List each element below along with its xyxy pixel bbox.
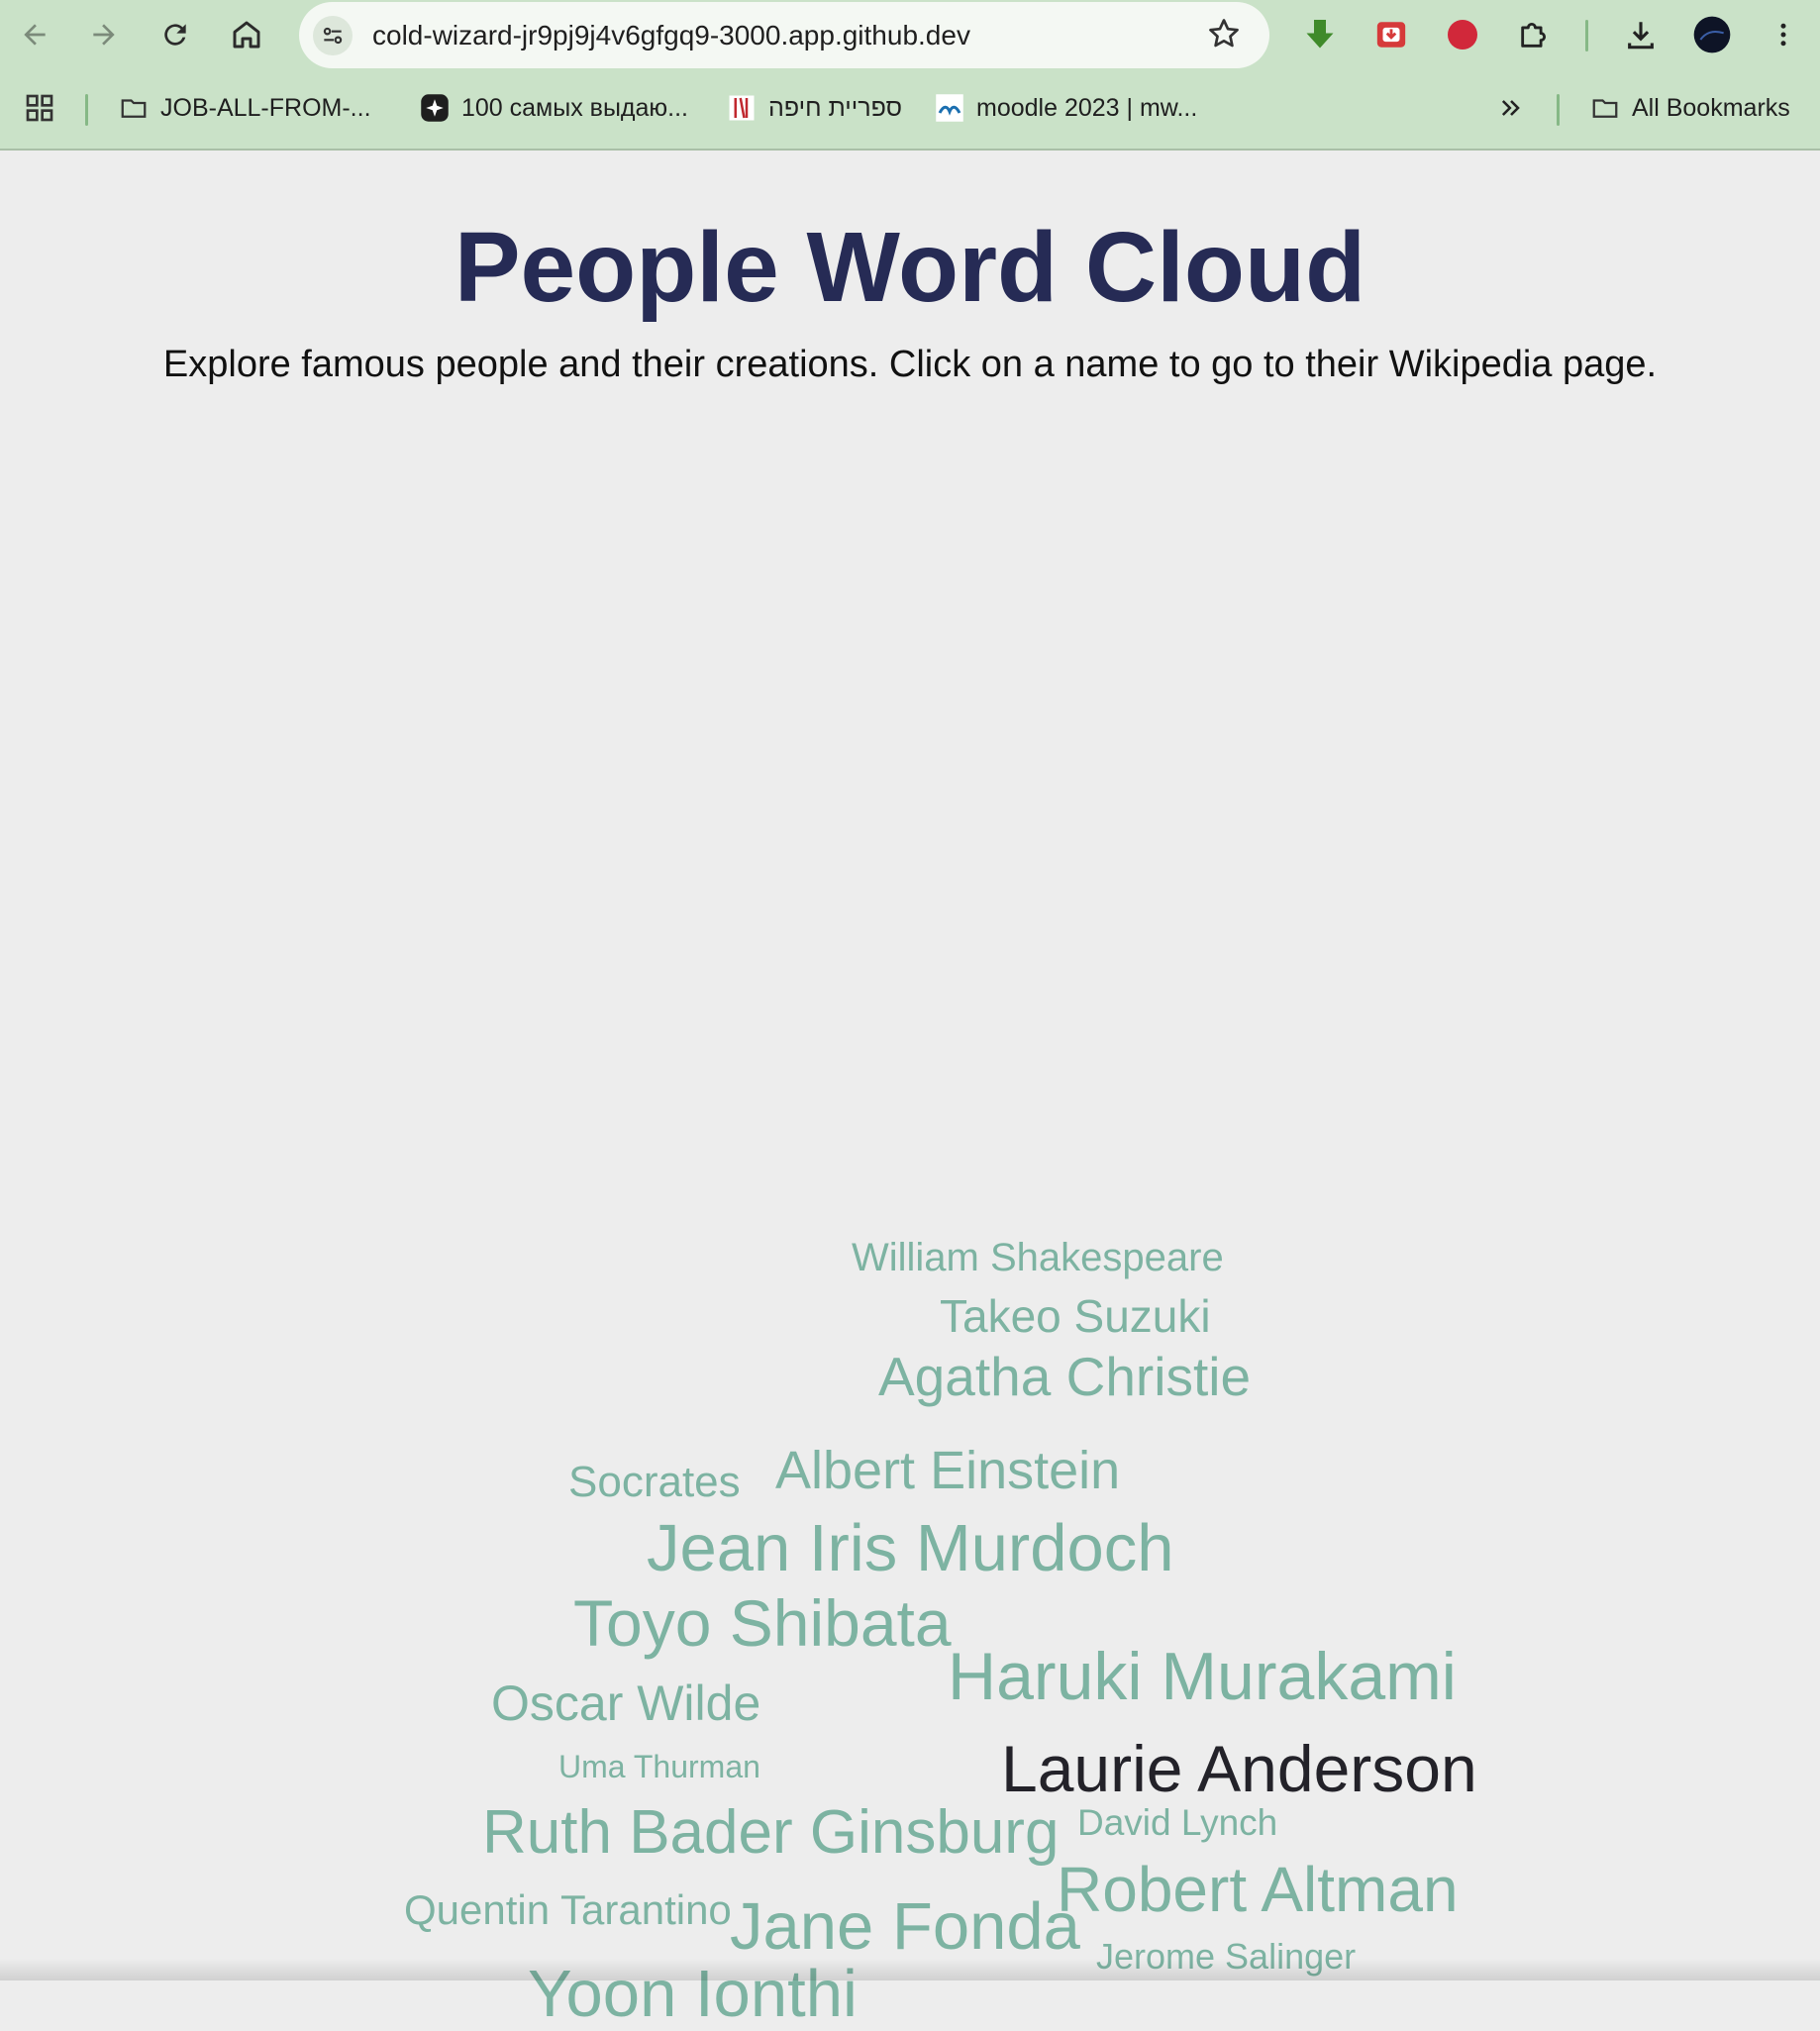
- reload-button[interactable]: [152, 12, 198, 57]
- record-icon[interactable]: [1440, 12, 1485, 57]
- cloud-word[interactable]: Ruth Bader Ginsburg: [482, 1802, 1059, 1864]
- bookmarks-divider: [1557, 94, 1560, 126]
- arrow-left-icon: [24, 24, 46, 46]
- cloud-word[interactable]: Jane Fonda: [730, 1893, 1080, 1960]
- video-downloader-icon[interactable]: [1368, 12, 1414, 57]
- cloud-word[interactable]: Haruki Murakami: [948, 1643, 1457, 1710]
- bookmark-label: 100 самых выдаю...: [461, 93, 688, 122]
- bookmark-item[interactable]: 100 самых выдаю...: [420, 90, 688, 126]
- cloud-word[interactable]: Oscar Wilde: [491, 1678, 760, 1728]
- cloud-word[interactable]: Takeo Suzuki: [940, 1293, 1211, 1339]
- download-extension-icon[interactable]: [1297, 12, 1343, 57]
- bookmark-label: ספריית חיפה: [768, 93, 902, 122]
- address-bar[interactable]: cold-wizard-jr9pj9j4v6gfgq9-3000.app.git…: [299, 2, 1269, 68]
- cloud-word[interactable]: Agatha Christie: [878, 1350, 1251, 1404]
- all-bookmarks-button[interactable]: All Bookmarks: [1590, 90, 1790, 126]
- page-fold-shadow: [0, 1959, 1820, 1980]
- all-bookmarks-label: All Bookmarks: [1632, 93, 1790, 122]
- cloud-word[interactable]: Socrates: [568, 1461, 741, 1504]
- more-bookmarks-icon[interactable]: [1497, 90, 1525, 126]
- apps-grid-icon[interactable]: [24, 90, 55, 126]
- cloud-word[interactable]: Jean Iris Murdoch: [647, 1515, 1174, 1581]
- browser-toolbar: cold-wizard-jr9pj9j4v6gfgq9-3000.app.git…: [0, 0, 1820, 151]
- folder-icon: [1590, 93, 1620, 123]
- bookmark-item[interactable]: moodle 2023 | mw...: [935, 90, 1197, 126]
- profile-avatar[interactable]: [1689, 12, 1735, 57]
- bookmark-label: JOB-ALL-FROM-...: [160, 93, 371, 122]
- library-icon: [727, 93, 757, 123]
- site-info-icon[interactable]: [313, 16, 353, 55]
- downloads-icon[interactable]: [1618, 12, 1664, 57]
- toolbar-divider: [1585, 20, 1588, 51]
- moodle-icon: [935, 93, 964, 123]
- cloud-word[interactable]: Robert Altman: [1057, 1858, 1459, 1921]
- cloud-word[interactable]: Toyo Shibata: [573, 1590, 952, 1656]
- cloud-word[interactable]: David Lynch: [1077, 1804, 1277, 1841]
- bookmarks-bar: JOB-ALL-FROM-... 100 самых выдаю... ספרי…: [0, 84, 1820, 134]
- cloud-word-hovered[interactable]: Laurie Anderson: [1001, 1736, 1477, 1801]
- bookmark-item[interactable]: ספריית חיפה: [727, 90, 902, 126]
- sparkle-icon: [420, 93, 450, 123]
- back-button[interactable]: [12, 12, 57, 57]
- forward-button[interactable]: [81, 12, 127, 57]
- bookmark-star-icon[interactable]: [1206, 16, 1242, 51]
- home-icon: [233, 21, 260, 49]
- menu-kebab-icon[interactable]: [1761, 12, 1806, 57]
- word-cloud: William Shakespeare Takeo Suzuki Agatha …: [0, 149, 1820, 2027]
- folder-icon: [119, 93, 149, 123]
- cloud-word[interactable]: Uma Thurman: [558, 1751, 760, 1782]
- bookmark-label: moodle 2023 | mw...: [976, 93, 1198, 122]
- extensions-puzzle-icon[interactable]: [1511, 12, 1557, 57]
- url-text[interactable]: cold-wizard-jr9pj9j4v6gfgq9-3000.app.git…: [372, 20, 970, 51]
- cloud-word[interactable]: Quentin Tarantino: [404, 1889, 732, 1931]
- bookmarks-divider: [85, 94, 88, 126]
- bookmark-item[interactable]: JOB-ALL-FROM-...: [119, 90, 371, 126]
- reload-icon: [164, 24, 186, 46]
- home-button[interactable]: [224, 12, 269, 57]
- cloud-word[interactable]: William Shakespeare: [852, 1238, 1224, 1277]
- cloud-word[interactable]: Albert Einstein: [775, 1444, 1120, 1497]
- arrow-right-icon: [93, 24, 115, 46]
